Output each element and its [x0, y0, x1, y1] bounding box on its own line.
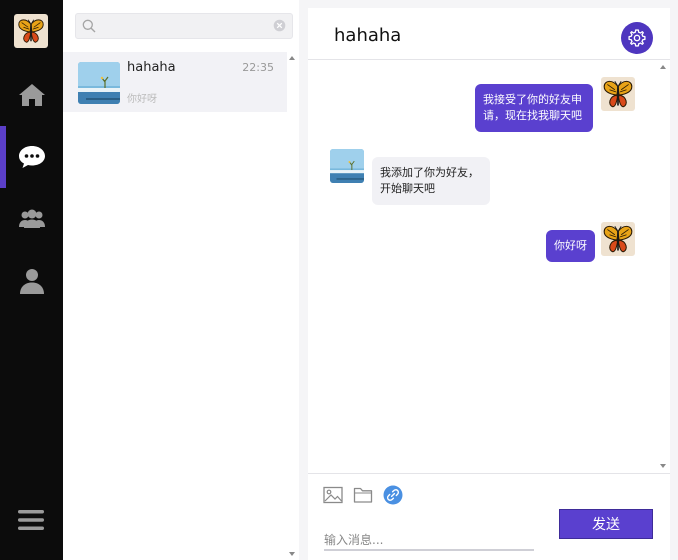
chat-header: hahaha: [308, 8, 670, 60]
image-icon: [323, 486, 343, 504]
chat-settings-button[interactable]: [621, 22, 653, 54]
send-image-button[interactable]: [322, 484, 344, 506]
conversation-last-message: 你好呀: [127, 94, 157, 105]
chat-title: hahaha: [334, 25, 402, 46]
contact-avatar: [330, 149, 364, 183]
butterfly-avatar-icon: [601, 222, 635, 256]
conversation-list-scrollbar[interactable]: [287, 52, 297, 560]
nav-item-home[interactable]: [0, 64, 63, 126]
nav-item-groups[interactable]: [0, 188, 63, 250]
my-avatar: [601, 222, 635, 256]
hamburger-menu-button[interactable]: [15, 504, 47, 536]
gear-icon: [628, 29, 646, 47]
landscape-avatar-icon: [330, 149, 364, 183]
send-button[interactable]: 发送: [559, 509, 653, 539]
landscape-avatar-icon: [78, 62, 120, 104]
user-icon: [19, 269, 44, 294]
message-bubble-outgoing: 你好呀: [546, 230, 595, 262]
send-link-button[interactable]: [382, 484, 404, 506]
message-list: 我接受了你的好友申请，现在找我聊天吧 我添加了你为好友，开始聊天吧 你好呀: [308, 61, 658, 472]
scroll-down-icon[interactable]: [289, 552, 295, 556]
butterfly-avatar-icon: [601, 77, 635, 111]
chat-icon: [18, 146, 45, 168]
hamburger-menu-icon: [18, 510, 44, 530]
left-nav: [0, 0, 63, 560]
chat-panel: hahaha 我接受了你的好友申请，现在找我聊天吧 我添加了你为好友，开始聊天吧…: [308, 8, 670, 560]
search-input[interactable]: [102, 17, 272, 35]
search-icon: [82, 19, 96, 33]
link-icon: [383, 485, 403, 505]
user-avatar[interactable]: [14, 14, 48, 48]
message-list-scrollbar[interactable]: [658, 61, 670, 472]
clear-search-icon[interactable]: [273, 19, 286, 32]
my-avatar: [601, 77, 635, 111]
send-file-button[interactable]: [352, 484, 374, 506]
message-bubble-incoming: 我添加了你为好友，开始聊天吧: [372, 157, 490, 205]
home-icon: [18, 84, 45, 106]
search-box: [75, 13, 293, 39]
contact-avatar: [78, 62, 120, 104]
message-bubble-outgoing: 我接受了你的好友申请，现在找我聊天吧: [475, 84, 593, 132]
scroll-down-icon[interactable]: [660, 464, 666, 468]
conversation-item[interactable]: hahaha 22:35 你好呀: [63, 52, 287, 112]
butterfly-avatar-icon: [16, 16, 46, 46]
conversation-list-panel: hahaha 22:35 你好呀: [63, 0, 299, 560]
groups-icon: [18, 209, 45, 228]
scroll-up-icon[interactable]: [289, 56, 295, 60]
nav-item-chat[interactable]: [0, 126, 63, 188]
folder-icon: [353, 487, 373, 503]
message-input[interactable]: [324, 531, 534, 551]
conversation-name: hahaha: [127, 60, 176, 75]
nav-item-profile[interactable]: [0, 250, 63, 312]
scroll-up-icon[interactable]: [660, 65, 666, 69]
message-composer: 发送: [308, 473, 670, 560]
conversation-time: 22:35: [242, 61, 274, 74]
